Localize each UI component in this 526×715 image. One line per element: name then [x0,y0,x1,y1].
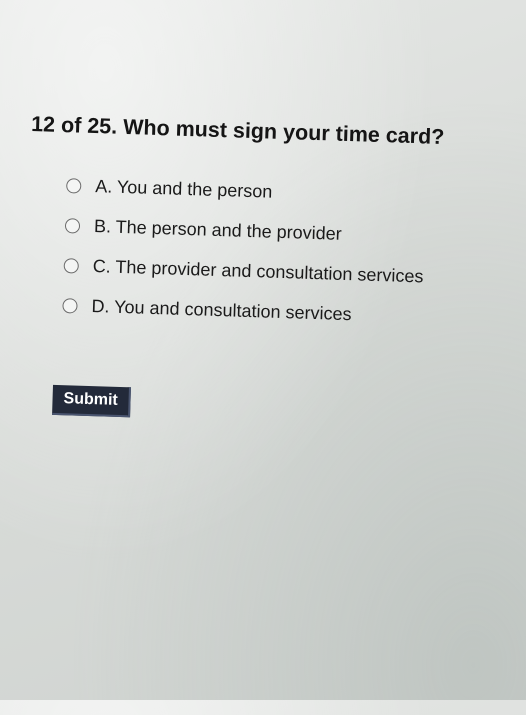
submit-button[interactable]: Submit [52,384,132,418]
question-text: 12 of 25. Who must sign your time card? [30,112,445,150]
option-label: B. The person and the provider [93,216,343,244]
option-b[interactable]: B. The person and the provider [64,215,343,245]
option-label: C. The provider and consultation service… [92,256,424,287]
option-label: A. You and the person [94,176,273,202]
option-a[interactable]: A. You and the person [66,175,273,202]
option-label: D. You and consultation services [91,296,352,325]
option-c[interactable]: C. The provider and consultation service… [63,255,424,287]
radio-button[interactable] [66,178,82,194]
radio-button[interactable] [64,218,81,234]
radio-button[interactable] [63,258,79,274]
radio-button[interactable] [62,298,78,314]
option-d[interactable]: D. You and consultation services [62,295,352,325]
quiz-screen: 12 of 25. Who must sign your time card? … [0,0,526,715]
